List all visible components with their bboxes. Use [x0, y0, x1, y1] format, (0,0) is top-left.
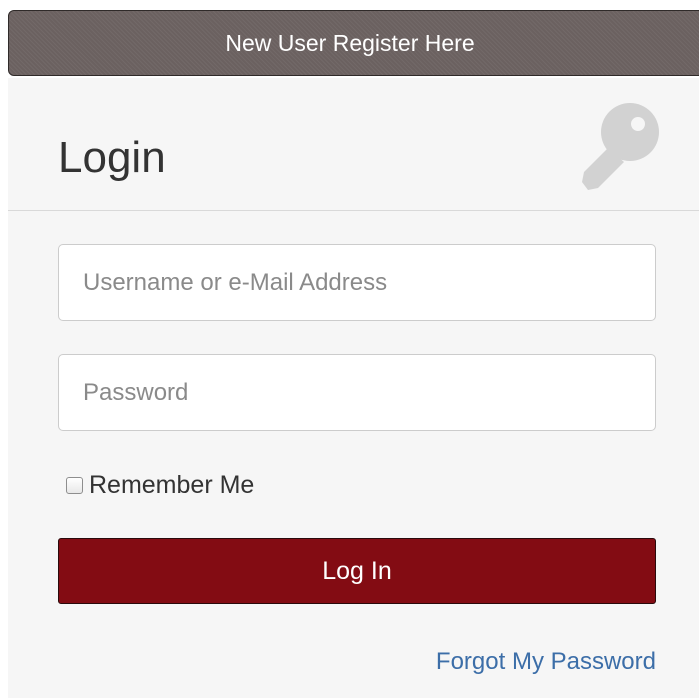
- remember-me-label: Remember Me: [89, 471, 255, 499]
- key-icon: [582, 103, 659, 190]
- remember-me-checkbox[interactable]: [66, 477, 83, 494]
- remember-me[interactable]: Remember Me: [66, 471, 254, 500]
- password-input[interactable]: [58, 354, 656, 431]
- login-button[interactable]: Log In: [58, 538, 656, 604]
- login-header: Login: [8, 78, 699, 211]
- username-input[interactable]: [58, 244, 656, 321]
- register-button[interactable]: New User Register Here: [8, 10, 699, 76]
- login-panel: Login Remember Me Log In Forgot My Passw…: [8, 78, 699, 698]
- login-button-label: Log In: [322, 556, 392, 585]
- register-button-label: New User Register Here: [225, 29, 475, 56]
- forgot-password-link[interactable]: Forgot My Password: [436, 648, 656, 676]
- page-title: Login: [58, 133, 166, 182]
